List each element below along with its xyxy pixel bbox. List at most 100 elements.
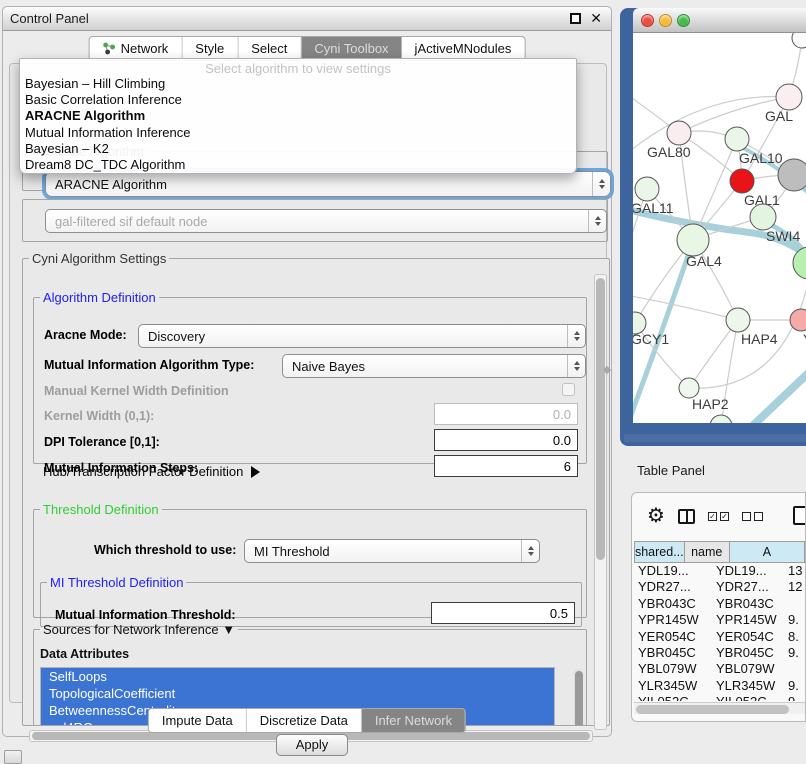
network-node-gal10[interactable] — [725, 127, 749, 151]
tab-discretize-data[interactable]: Discretize Data — [247, 709, 362, 732]
zoom-traffic-light-icon[interactable] — [677, 14, 690, 27]
network-window-titlebar[interactable] — [633, 8, 806, 33]
aracne-mode-select[interactable]: Discovery — [138, 324, 586, 348]
cyni-algorithm-settings-group: Cyni Algorithm Settings Algorithm Defini… — [22, 251, 610, 726]
table-row[interactable]: YER054CYER054C8. — [634, 629, 805, 645]
table-columns-icon[interactable] — [678, 509, 695, 524]
which-threshold-select[interactable]: MI Threshold — [244, 539, 540, 563]
node-label: GAL4 — [686, 253, 722, 269]
select-all-columns-icon[interactable]: ✓✓ — [708, 512, 729, 521]
popup-item[interactable]: Bayesian – Hill Climbing — [20, 76, 576, 92]
tab-network[interactable]: Network — [90, 37, 183, 60]
popup-item[interactable]: Dream8 DC_TDC Algorithm — [20, 157, 576, 173]
data-table-group: gal-filtered sif default node — [22, 199, 608, 242]
algorithm-select[interactable]: ARACNE Algorithm — [45, 171, 611, 197]
network-node-gal1[interactable] — [730, 169, 754, 193]
node-label: GCY1 — [633, 331, 669, 347]
table-row[interactable]: YDR27...YDR27...12 — [634, 579, 805, 595]
close-traffic-light-icon[interactable] — [641, 14, 654, 27]
popup-item[interactable]: Mutual Information Inference — [20, 125, 576, 141]
hub-definition-expander[interactable]: Hub/Transcription Factor Definition — [43, 464, 260, 479]
kernel-width-label: Kernel Width (0,1): — [44, 409, 154, 423]
network-graph: GALGAL80GAL10GAL1GAL11SWI4GAL4GCY1HAP4YH… — [633, 33, 806, 423]
table-row[interactable]: YLR345WYLR345W9. — [634, 678, 805, 694]
settings-vertical-scrollbar[interactable] — [594, 274, 607, 730]
network-node-swi4[interactable] — [750, 204, 776, 230]
mi-type-select[interactable]: Naive Bayes — [282, 354, 586, 378]
deselect-all-columns-icon[interactable] — [742, 512, 763, 521]
algorithm-dropdown-popup: Select algorithm to view settings Bayesi… — [19, 58, 577, 174]
mi-threshold-title: MI Threshold Definition — [47, 575, 186, 590]
table-panel: ⚙ ✓✓ shared... name A YDL19...YDL19...13… — [631, 492, 806, 722]
table-horizontal-scrollbar[interactable] — [634, 702, 805, 714]
network-node-gal4[interactable] — [677, 224, 709, 256]
table-toolbar: ⚙ ✓✓ — [632, 493, 805, 539]
tab-select[interactable]: Select — [238, 37, 301, 60]
network-node[interactable] — [710, 415, 732, 423]
window-title: Control Panel — [10, 11, 89, 26]
combo-stepper-icon — [592, 172, 610, 196]
mi-type-label: Mutual Information Algorithm Type: — [44, 358, 254, 372]
table-row[interactable]: YDL19...YDL19...13 — [634, 563, 805, 579]
bottom-tab-bar: Impute DataDiscretize DataInfer Network — [148, 708, 466, 733]
kernel-width-field[interactable] — [434, 403, 578, 425]
table-row[interactable]: YBL079WYBL079W — [634, 661, 805, 677]
attribute-item[interactable]: TopologicalCoefficient — [41, 685, 554, 702]
manual-kernel-checkbox[interactable] — [562, 383, 575, 396]
data-attributes-label: Data Attributes — [40, 647, 129, 661]
gear-icon[interactable]: ⚙ — [647, 506, 665, 526]
attribute-item[interactable]: SelfLoops — [41, 668, 554, 685]
algorithm-definition-title: Algorithm Definition — [40, 290, 159, 305]
node-label: HAP4 — [741, 331, 778, 347]
network-node-gal[interactable] — [776, 84, 802, 110]
mi-threshold-group: MI Threshold Definition Mutual Informati… — [40, 575, 582, 627]
mi-threshold-field[interactable] — [431, 602, 575, 624]
network-node-gal11[interactable] — [635, 177, 659, 201]
network-node-hap4[interactable] — [726, 308, 750, 332]
table-row[interactable]: YIL052CYIL052C9. — [634, 694, 805, 701]
network-canvas[interactable]: GALGAL80GAL10GAL1GAL11SWI4GAL4GCY1HAP4YH… — [633, 33, 806, 423]
network-node[interactable] — [792, 33, 806, 48]
tab-infer-network[interactable]: Infer Network — [362, 709, 465, 732]
popup-item[interactable]: Basic Correlation Inference — [20, 92, 576, 108]
data-table-select[interactable]: gal-filtered sif default node — [45, 209, 607, 233]
restore-icon[interactable] — [570, 13, 581, 24]
attributes-scrollbar[interactable] — [574, 669, 583, 726]
tab-style[interactable]: Style — [182, 37, 238, 60]
column-header-shared[interactable]: shared... — [634, 541, 685, 563]
dpi-tolerance-field[interactable] — [434, 429, 578, 451]
table-body[interactable]: YDL19...YDL19...13YDR27...YDR27...12YBR0… — [634, 563, 805, 701]
threshold-definition-group: Threshold Definition Which threshold to … — [33, 502, 587, 618]
node-label: GAL10 — [739, 150, 783, 166]
export-table-icon[interactable] — [793, 506, 806, 525]
table-row[interactable]: YPR145WYPR145W9. — [634, 612, 805, 628]
cyni-settings-title: Cyni Algorithm Settings — [29, 251, 169, 266]
table-row[interactable]: YBR043CYBR043C — [634, 596, 805, 612]
column-header-name[interactable]: name — [685, 541, 730, 563]
network-node-hap2[interactable] — [679, 378, 699, 398]
minimize-traffic-light-icon[interactable] — [659, 14, 672, 27]
node-label: GAL11 — [633, 200, 674, 216]
popup-item[interactable]: ARACNE Algorithm — [20, 108, 576, 124]
threshold-definition-title: Threshold Definition — [40, 502, 162, 517]
apply-button[interactable]: Apply — [276, 734, 348, 756]
combo-stepper-icon — [567, 355, 585, 377]
combo-stepper-icon — [521, 540, 539, 562]
network-icon — [103, 42, 116, 55]
close-icon[interactable]: ✕ — [590, 10, 602, 27]
network-node-gal80[interactable] — [667, 121, 691, 145]
network-node[interactable] — [778, 159, 806, 191]
network-node[interactable] — [793, 247, 806, 279]
table-row[interactable]: YBR045CYBR045C9. — [634, 645, 805, 661]
table-panel-title: Table Panel — [637, 463, 705, 478]
column-header-third[interactable]: A — [730, 541, 805, 563]
frame-shadow — [624, 434, 806, 442]
tab-cyni-toolbox[interactable]: Cyni Toolbox — [301, 37, 401, 60]
network-view-window[interactable]: GALGAL80GAL10GAL1GAL11SWI4GAL4GCY1HAP4YH… — [620, 8, 806, 446]
popup-item[interactable]: Bayesian – K2 — [20, 141, 576, 157]
manual-kernel-label: Manual Kernel Width Definition — [44, 384, 229, 398]
table-header-row: shared... name A — [634, 541, 805, 563]
mi-steps-field[interactable] — [434, 455, 578, 477]
tab-jactivemnodules[interactable]: jActiveMNodules — [402, 37, 525, 60]
tab-impute-data[interactable]: Impute Data — [149, 709, 247, 732]
